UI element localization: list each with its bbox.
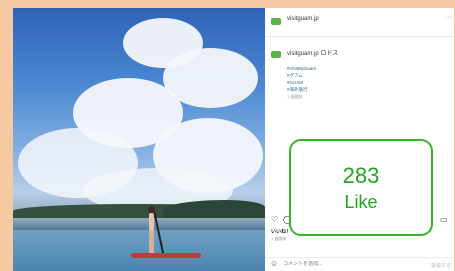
caption-line: visitguam.jp ロドス [287, 48, 338, 57]
hashtag[interactable]: #GUAM [287, 79, 316, 86]
like-count-overlay: 283 Like [289, 139, 433, 236]
like-label: Like [344, 191, 378, 212]
comment-bar: ☺ 投稿する [265, 257, 454, 271]
caption-handle[interactable]: visitguam.jp [287, 51, 319, 57]
avatar[interactable] [271, 18, 281, 25]
hashtag-list: #VisitMyGuam #グアム #GUAM #海外旅行 1 週間前 [287, 65, 316, 100]
username[interactable]: visitguam.jp [287, 16, 319, 22]
hashtag[interactable]: #海外旅行 [287, 86, 316, 93]
smile-icon[interactable]: ☺ [270, 260, 278, 268]
post-button[interactable]: 投稿する [431, 262, 451, 269]
caption-lead: ロドス [320, 51, 339, 57]
island [163, 200, 265, 218]
post-photo[interactable] [13, 8, 265, 271]
more-icon[interactable]: ··· [445, 14, 452, 21]
comment-input[interactable] [283, 261, 423, 267]
post-header: visitguam.jp ··· [265, 8, 454, 37]
paddleboard [131, 253, 201, 258]
hashtag[interactable]: #グアム [287, 72, 316, 79]
caption-avatar[interactable] [271, 51, 281, 58]
sea [13, 230, 265, 271]
like-count: 283 [342, 162, 380, 188]
heart-icon[interactable]: ♡ [271, 216, 278, 224]
post-date: 1 週間前 [271, 236, 287, 241]
caption-time: 1 週間前 [287, 94, 303, 99]
hashtag[interactable]: #VisitMyGuam [287, 65, 316, 72]
bookmark-icon[interactable]: ▭ [440, 216, 448, 224]
likes-line[interactable]: いいね！ [271, 228, 291, 235]
